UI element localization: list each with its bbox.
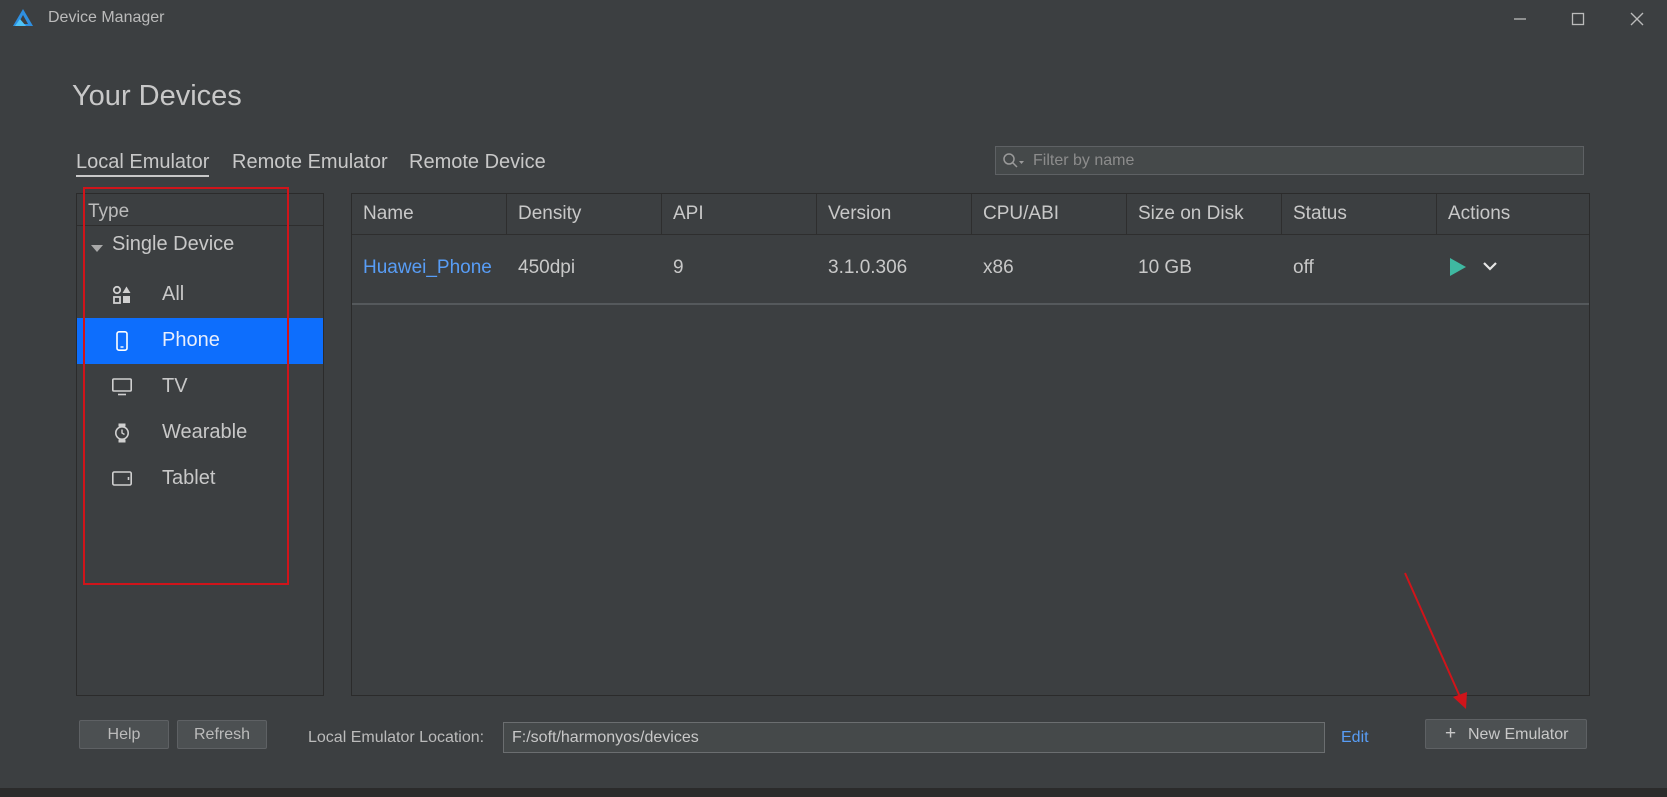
cell-size-on-disk: 10 GB [1138, 257, 1192, 278]
new-emulator-label: New Emulator [1468, 726, 1569, 743]
column-header-api[interactable]: API [662, 194, 817, 234]
help-button[interactable]: Help [79, 720, 169, 749]
maximize-button[interactable] [1558, 4, 1598, 34]
cell-api: 9 [673, 257, 684, 278]
minimize-icon [1514, 18, 1526, 20]
refresh-button[interactable]: Refresh [177, 720, 267, 749]
tab-local-emulator[interactable]: Local Emulator [76, 151, 210, 177]
cell-version: 3.1.0.306 [828, 257, 908, 278]
app-logo-icon [12, 8, 34, 28]
emulator-location-field[interactable] [503, 722, 1325, 753]
page-title: Your Devices [72, 80, 242, 112]
cell-cpu-abi: x86 [983, 257, 1014, 278]
close-button[interactable] [1617, 4, 1657, 34]
plus-icon: + [1445, 723, 1457, 744]
column-header-actions: Actions [1448, 203, 1511, 224]
cell-status: off [1293, 257, 1314, 278]
column-header-density[interactable]: Density [507, 194, 662, 234]
device-name-link[interactable]: Huawei_Phone [352, 235, 492, 301]
edit-location-link[interactable]: Edit [1341, 729, 1369, 747]
column-header-size-on-disk[interactable]: Size on Disk [1127, 194, 1282, 234]
new-emulator-button[interactable]: + New Emulator [1425, 719, 1587, 749]
emulator-location-label: Local Emulator Location: [308, 729, 485, 746]
table-header: Name Density API Version CPU/ABI Size on… [352, 194, 1589, 235]
tab-remote-device[interactable]: Remote Device [409, 151, 546, 174]
column-header-name[interactable]: Name [352, 194, 507, 234]
column-header-status[interactable]: Status [1282, 194, 1437, 234]
window-title: Device Manager [48, 9, 165, 26]
emulator-location-input[interactable] [512, 727, 1312, 748]
annotation-highlight-box [83, 187, 289, 585]
search-box[interactable] [995, 146, 1584, 175]
play-icon[interactable] [1449, 257, 1467, 282]
search-input[interactable] [1033, 150, 1573, 172]
cell-density: 450dpi [518, 257, 576, 278]
close-icon [1630, 12, 1644, 26]
column-header-cpu-abi[interactable]: CPU/ABI [972, 194, 1127, 234]
annotation-arrow [1395, 565, 1475, 720]
bottom-edge-strip [0, 788, 1667, 797]
column-header-version[interactable]: Version [817, 194, 972, 234]
tab-remote-emulator[interactable]: Remote Emulator [232, 151, 388, 174]
minimize-button[interactable] [1500, 4, 1540, 34]
maximize-icon [1571, 12, 1585, 26]
chevron-down-icon[interactable] [1482, 259, 1498, 277]
search-icon [1002, 152, 1028, 175]
table-row[interactable]: Huawei_Phone 450dpi 9 3.1.0.306 x86 10 G… [352, 235, 1589, 305]
